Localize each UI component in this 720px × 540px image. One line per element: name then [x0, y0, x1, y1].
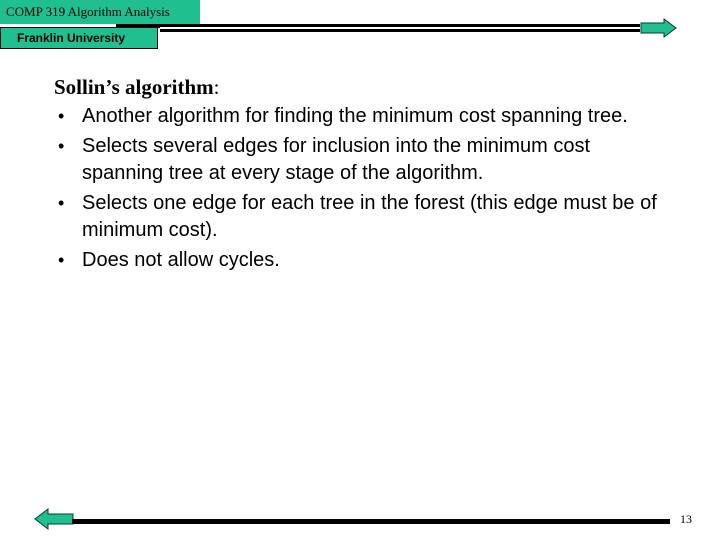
page-number: 13: [680, 512, 692, 526]
header-rule-lower: [160, 29, 640, 32]
bullet-item: • Another algorithm for finding the minim…: [54, 103, 674, 131]
bullet-marker: •: [58, 192, 65, 213]
university-label: Franklin University: [0, 27, 158, 49]
bullet-text: Does not allow cycles.: [82, 248, 280, 271]
bullet-marker: •: [58, 249, 65, 270]
bullet-item: • Does not allow cycles.: [54, 247, 674, 275]
bullet-text: Another algorithm for finding the minimu…: [82, 105, 628, 127]
course-title: COMP 319 Algorithm Analysis: [0, 0, 200, 24]
bullet-marker: •: [58, 106, 65, 126]
footer-rule: [72, 519, 670, 524]
slide-content: Sollin’s algorithm: • Another algorithm f…: [54, 74, 674, 276]
bullet-text: Selects several edges for inclusion into…: [82, 134, 591, 185]
arrow-right-icon[interactable]: [640, 18, 678, 38]
heading-colon: :: [213, 75, 220, 99]
bullet-list: • Another algorithm for finding the minim…: [54, 103, 674, 274]
slide-heading: Sollin’s algorithm:: [54, 74, 674, 100]
bullet-item: • Selects one edge for each tree in the f…: [54, 190, 674, 245]
bullet-text: Selects one edge for each tree in the fo…: [82, 191, 657, 242]
header-rule-gap: [160, 27, 640, 29]
heading-bold: Sollin’s algorithm: [54, 75, 214, 99]
bullet-item: • Selects several edges for inclusion int…: [54, 133, 674, 188]
bullet-marker: •: [58, 135, 65, 156]
arrow-left-icon[interactable]: [34, 508, 74, 530]
